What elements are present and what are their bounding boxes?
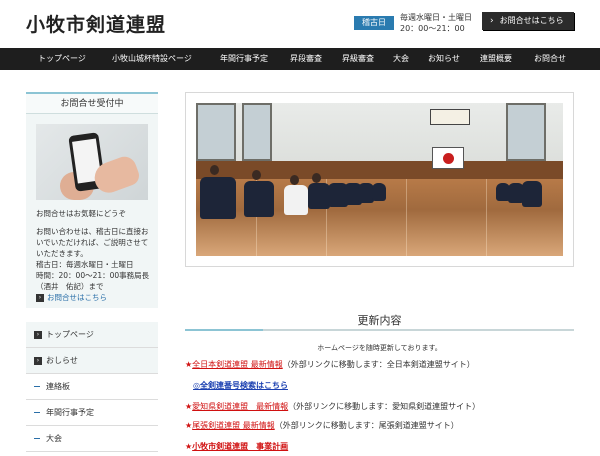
news-link[interactable]: 小牧市剣道連盟 事業計画	[192, 442, 288, 451]
chevron-right-icon: ›	[34, 330, 42, 339]
kendoka-head	[210, 165, 219, 175]
kendoka-figure	[522, 181, 542, 207]
sidebar-item-label: 大会	[46, 434, 62, 443]
update-divider	[185, 329, 574, 331]
sidebar-item-label: トップページ	[46, 330, 94, 339]
practice-days-text: 毎週水曜日・土曜日	[400, 13, 472, 22]
kendoka-head	[252, 170, 261, 180]
nav-item-kyu-exam[interactable]: 昇級審査	[342, 48, 374, 70]
nav-item-news[interactable]: お知らせ	[428, 48, 460, 70]
photo-banner	[430, 109, 470, 125]
practice-days-info: 稽古日：毎週水曜日・土曜日	[36, 260, 134, 269]
nav-item-komakiyama-cup[interactable]: 小牧山城杯特設ページ	[112, 48, 192, 70]
practice-hours: 毎週水曜日・土曜日 20：00〜21：00	[400, 12, 472, 34]
kendoka-figure	[372, 183, 386, 201]
nav-item-dan-exam[interactable]: 昇段審査	[290, 48, 322, 70]
hero-photo-frame	[185, 92, 574, 267]
news-item: ★全日本剣道連盟 最新情報（外部リンクに移動します：全日本剣道連盟サイト）	[185, 359, 475, 370]
practice-time-info: 時間：20：00〜21：00事務局長（酒井 佑記）まで	[36, 271, 150, 291]
photo-window	[506, 103, 546, 161]
contact-link[interactable]: › お問合せはこちら	[36, 292, 107, 303]
dash-icon	[34, 412, 40, 413]
news-item: ★小牧市剣道連盟 事業計画	[185, 441, 288, 452]
chevron-right-icon: ›	[36, 294, 44, 302]
news-link[interactable]: 全日本剣道連盟 最新情報	[192, 360, 283, 369]
site-title[interactable]: 小牧市剣道連盟	[26, 10, 166, 37]
floor-line	[486, 179, 487, 256]
kendoka-head	[290, 175, 299, 185]
nav-item-about[interactable]: 連盟概要	[480, 48, 512, 70]
dash-icon	[34, 438, 40, 439]
nav-item-annual-schedule[interactable]: 年間行事予定	[220, 48, 268, 70]
sidebar-item-label: 年間行事予定	[46, 408, 94, 417]
japan-flag-icon	[432, 147, 464, 169]
sidebar-item-annual-schedule[interactable]: 年間行事予定	[26, 400, 158, 426]
kendoka-figure	[284, 185, 308, 215]
floor-line	[406, 179, 407, 256]
update-note: ホームページを随時更新しております。	[317, 344, 442, 352]
photo-window	[196, 103, 236, 161]
photo-window	[242, 103, 272, 161]
practice-day-badge: 稽古日	[354, 16, 394, 30]
site-header: 小牧市剣道連盟 稽古日 毎週水曜日・土曜日 20：00〜21：00 › お問合せは…	[0, 0, 600, 48]
contact-button-label: お問合せはこちら	[499, 16, 564, 25]
news-item: ★尾張剣道連盟 最新情報（外部リンクに移動します：尾張剣道連盟サイト）	[185, 420, 459, 431]
smartphone-image	[36, 124, 148, 200]
kendoka-figure	[200, 177, 236, 219]
chevron-right-icon: ›	[490, 16, 494, 26]
contact-intro: お問合せはお気軽にどうぞ	[36, 209, 126, 218]
nav-item-top[interactable]: トップページ	[38, 48, 86, 70]
news-link[interactable]: ◎全剣連番号検索はこちら	[193, 381, 288, 390]
contact-box-title: お問合せ受付中	[26, 94, 158, 114]
dojo-photo	[196, 103, 563, 256]
sidebar-item-bulletin[interactable]: 連絡板	[26, 374, 158, 400]
sidebar-item-label: おしらせ	[46, 356, 78, 365]
sidebar-menu: › トップページ › おしらせ 連絡板 年間行事予定 大会	[26, 322, 158, 452]
kendoka-figure	[244, 181, 274, 217]
kendoka-figure	[308, 183, 330, 209]
contact-link-label: お問合せはこちら	[47, 293, 107, 302]
nav-item-tournament[interactable]: 大会	[393, 48, 409, 70]
news-note: （外部リンクに移動します：全日本剣道連盟サイト）	[282, 360, 475, 369]
sidebar-item-tournament[interactable]: 大会	[26, 426, 158, 452]
news-item: ★愛知県剣道連盟 最新情報（外部リンクに移動します：愛知県剣道連盟サイト）	[185, 401, 480, 412]
news-note: （外部リンクに移動します：尾張剣道連盟サイト）	[274, 421, 459, 430]
chevron-right-icon: ›	[34, 356, 42, 365]
news-note: （外部リンクに移動します：愛知県剣道連盟サイト）	[288, 402, 481, 411]
news-link[interactable]: 尾張剣道連盟 最新情報	[192, 421, 275, 430]
contact-description: お問い合わせは、稽古日に直接おいでいただければ、ご説明させていただきます。	[36, 227, 149, 258]
sidebar-item-label: 連絡板	[46, 382, 70, 391]
news-item: ◎全剣連番号検索はこちら	[193, 380, 288, 391]
update-section-title: 更新内容	[357, 314, 402, 327]
sidebar-item-top[interactable]: › トップページ	[26, 322, 158, 348]
nav-item-contact[interactable]: お問合せ	[534, 48, 566, 70]
dash-icon	[34, 386, 40, 387]
kendoka-head	[312, 173, 321, 183]
contact-box: お問合せ受付中 お問合せはお気軽にどうぞ お問い合わせは、稽古日に直接おいでいた…	[26, 92, 158, 308]
practice-time-text: 20：00〜21：00	[400, 24, 465, 33]
news-link[interactable]: 愛知県剣道連盟 最新情報	[192, 402, 288, 411]
sidebar-item-news[interactable]: › おしらせ	[26, 348, 158, 374]
global-nav: トップページ 小牧山城杯特設ページ 年間行事予定 昇段審査 昇級審査 大会 お知…	[0, 48, 600, 70]
contact-button[interactable]: › お問合せはこちら	[482, 12, 574, 30]
